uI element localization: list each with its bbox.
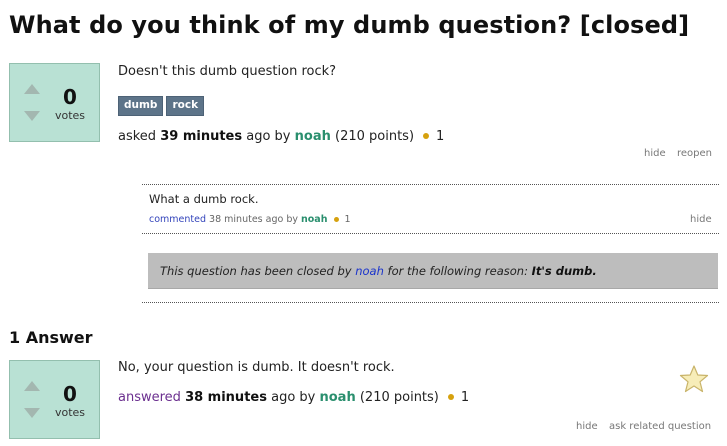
answer-author-badges: 1: [460, 390, 470, 405]
question-author-points: (210 points): [335, 129, 415, 144]
ask-related-question-link[interactable]: ask related question: [609, 421, 711, 432]
question-hide-link[interactable]: hide: [644, 148, 666, 159]
question-meta: asked 39 minutes ago by noah (210 points…: [118, 129, 444, 144]
comment-time: 38 minutes ago by: [209, 214, 298, 225]
answer-permalink[interactable]: answered: [118, 390, 181, 405]
answer-author-link[interactable]: noah: [320, 390, 356, 405]
closed-prefix: This question has been closed by: [160, 264, 352, 278]
asked-verb: asked: [118, 129, 157, 144]
answer-author-points: (210 points): [359, 390, 439, 405]
closed-middle: for the following reason:: [387, 264, 528, 278]
comment-text: What a dumb rock.: [149, 192, 259, 206]
question-author-badges: 1: [436, 129, 445, 144]
badge-dot-icon: [334, 216, 340, 222]
question-tags: dumb rock: [118, 96, 205, 116]
answer-vote-box: 0 votes: [9, 360, 100, 439]
closed-bottom-divider: [142, 302, 719, 303]
answer-votes-label: votes: [54, 406, 86, 419]
answer-hide-link[interactable]: hide: [576, 421, 598, 432]
question-body: Doesn't this dumb question rock?: [118, 64, 337, 79]
comment-bottom-divider: [142, 233, 719, 234]
vote-up-arrow-icon[interactable]: [24, 381, 40, 391]
favorite-star-icon[interactable]: [679, 364, 709, 394]
answer-vote-count: 0: [63, 382, 77, 406]
question-author-link[interactable]: noah: [295, 129, 331, 144]
closed-notice: This question has been closed by noah fo…: [148, 253, 718, 289]
badge-dot-icon: [423, 132, 430, 139]
asked-time: 39 minutes: [160, 129, 243, 144]
vote-down-arrow-icon[interactable]: [24, 408, 40, 418]
question-votes-label: votes: [54, 109, 86, 122]
answer-body: No, your question is dumb. It doesn't ro…: [118, 360, 395, 375]
comment-meta: commented 38 minutes ago by noah 1: [149, 214, 351, 225]
vote-down-arrow-icon[interactable]: [24, 111, 40, 121]
comment-author-badges: 1: [344, 214, 351, 225]
answers-heading: 1 Answer: [9, 328, 93, 347]
question-reopen-link[interactable]: reopen: [677, 148, 712, 159]
comment-top-divider: [142, 184, 719, 185]
badge-dot-icon: [447, 393, 454, 400]
vote-up-arrow-icon[interactable]: [24, 84, 40, 94]
tag-dumb[interactable]: dumb: [118, 96, 164, 116]
tag-rock[interactable]: rock: [166, 96, 205, 116]
page-title: What do you think of my dumb question? […: [9, 11, 690, 39]
question-vote-count: 0: [63, 85, 77, 109]
comment-author-link[interactable]: noah: [301, 214, 327, 225]
comment-permalink[interactable]: commented: [149, 214, 206, 225]
closed-by-user-link[interactable]: noah: [355, 264, 384, 278]
question-vote-box: 0 votes: [9, 63, 100, 142]
closed-reason: It's dumb.: [531, 264, 597, 278]
answer-time: 38 minutes: [185, 390, 267, 405]
asked-ago: ago by: [246, 129, 291, 144]
answer-ago: ago by: [271, 390, 316, 405]
answer-meta: answered 38 minutes ago by noah (210 poi…: [118, 390, 469, 405]
comment-hide-link[interactable]: hide: [690, 214, 712, 225]
